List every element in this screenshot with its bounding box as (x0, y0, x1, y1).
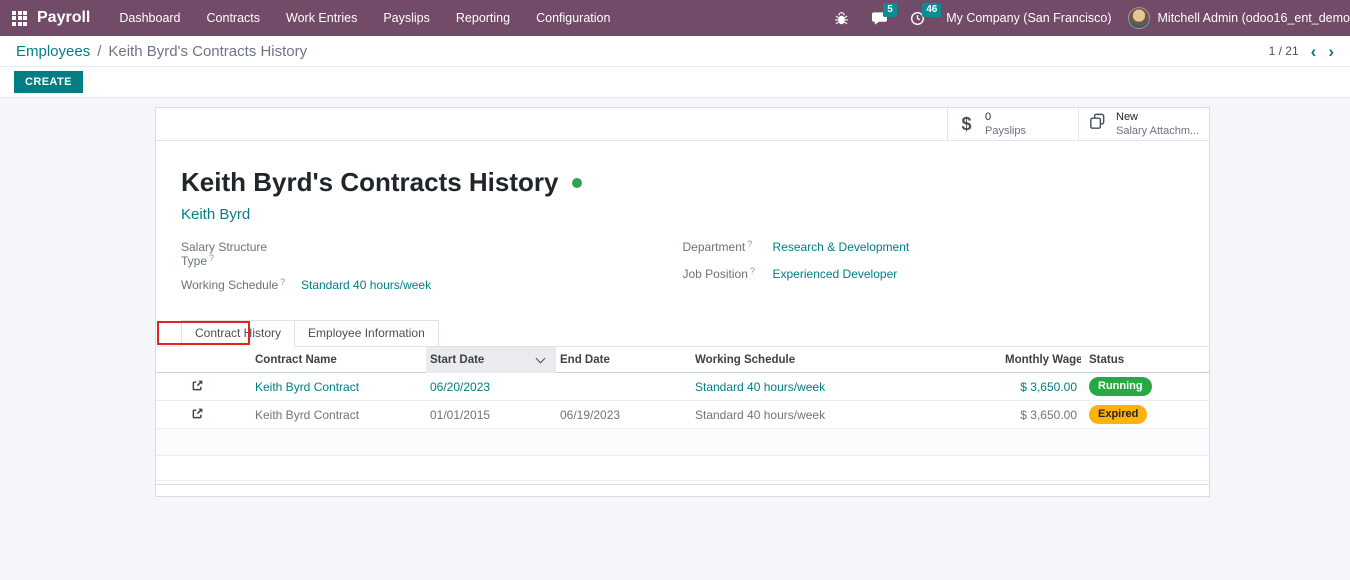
job-position-label: Job Position? (682, 266, 755, 281)
salary-structure-type-label: Salary Structure Type? (181, 240, 268, 268)
activities-clock-icon[interactable]: 46 (910, 2, 942, 26)
activities-count-badge: 46 (922, 2, 942, 17)
top-navbar: Payroll Dashboard Contracts Work Entries… (0, 0, 1350, 36)
user-menu[interactable]: Mitchell Admin (odoo16_ent_demo (1158, 11, 1350, 25)
apps-grid-icon[interactable] (12, 10, 27, 26)
cell-end-date: 06/19/2023 (560, 407, 621, 422)
help-question-icon: ? (749, 266, 755, 276)
cell-monthly-wage: $ 3,650.00 (1020, 379, 1077, 394)
employee-link[interactable]: Keith Byrd (181, 206, 250, 223)
table-footer-line (156, 484, 1209, 485)
external-link-icon[interactable] (191, 379, 204, 392)
department-label: Department? (682, 239, 753, 254)
cell-start-date: 06/20/2023 (430, 379, 491, 394)
action-bar: CREATE (0, 66, 1350, 98)
notebook-tabs: Contract History Employee Information (156, 320, 1209, 347)
company-switcher[interactable]: My Company (San Francisco) (946, 11, 1111, 25)
empty-row (156, 429, 1209, 456)
cell-working-schedule: Standard 40 hours/week (695, 407, 826, 422)
record-title: Keith Byrd's Contracts History (181, 167, 559, 197)
external-link-icon[interactable] (191, 407, 204, 420)
documents-copy-icon (1088, 112, 1107, 136)
sort-desc-icon (535, 353, 546, 363)
app-title[interactable]: Payroll (37, 9, 90, 27)
menu-payslips[interactable]: Payslips (370, 0, 443, 36)
menu-dashboard[interactable]: Dashboard (106, 0, 193, 36)
status-badge: Expired (1089, 405, 1148, 424)
form-sheet: $ 0 Payslips New Salary Attachm... Keith… (155, 107, 1210, 497)
help-question-icon: ? (280, 277, 286, 287)
cell-working-schedule: Standard 40 hours/week (695, 379, 826, 394)
column-start-date[interactable]: Start Date (426, 346, 556, 373)
messages-icon[interactable]: 5 (871, 2, 897, 26)
menu-contracts[interactable]: Contracts (194, 0, 274, 36)
user-avatar[interactable] (1127, 7, 1150, 29)
job-position-value[interactable]: Experienced Developer (773, 267, 898, 281)
tab-contract-history[interactable]: Contract History (181, 320, 296, 347)
salary-attachment-value: New (1116, 110, 1139, 123)
column-status[interactable]: Status (1081, 354, 1209, 366)
messages-count-badge: 5 (883, 2, 897, 17)
cell-start-date: 01/01/2015 (430, 407, 491, 422)
column-monthly-wage[interactable]: Monthly Wage (1001, 354, 1081, 366)
pager-value: 1 / 21 (1268, 44, 1299, 58)
table-header-row: Contract Name Start Date End Date Workin… (156, 346, 1209, 373)
column-end-date[interactable]: End Date (556, 354, 691, 366)
create-button[interactable]: CREATE (14, 71, 83, 93)
table-row[interactable]: Keith Byrd Contract 06/20/2023 Standard … (156, 373, 1209, 401)
payslips-stat-button[interactable]: $ 0 Payslips (947, 108, 1078, 140)
empty-row (156, 456, 1209, 481)
debug-bug-icon[interactable] (834, 11, 849, 26)
cell-monthly-wage: $ 3,650.00 (1020, 407, 1077, 422)
payslips-label: Payslips (985, 125, 1026, 137)
control-panel: Employees / Keith Byrd's Contracts Histo… (0, 36, 1350, 66)
menu-configuration[interactable]: Configuration (523, 0, 623, 36)
pager-next-icon[interactable]: › (1328, 43, 1334, 60)
main-menu: Dashboard Contracts Work Entries Payslip… (106, 0, 623, 36)
department-value[interactable]: Research & Development (773, 240, 910, 254)
menu-reporting[interactable]: Reporting (443, 0, 523, 36)
column-working-schedule[interactable]: Working Schedule (691, 354, 1001, 366)
record-status-dot-icon (572, 177, 583, 188)
help-question-icon: ? (747, 239, 753, 249)
cell-contract-name: Keith Byrd Contract (255, 407, 360, 422)
salary-attachment-label: Salary Attachm... (1116, 125, 1200, 137)
payslips-count: 0 (985, 110, 992, 123)
tab-employee-information[interactable]: Employee Information (295, 320, 439, 347)
menu-work-entries[interactable]: Work Entries (273, 0, 370, 36)
salary-attachment-stat-button[interactable]: New Salary Attachm... (1078, 108, 1209, 140)
navbar-systray: 5 46 My Company (San Francisco) Mitchell… (823, 0, 1350, 36)
cell-contract-name: Keith Byrd Contract (255, 379, 360, 394)
help-question-icon: ? (209, 253, 215, 263)
field-group: Salary Structure Type? Working Schedule?… (181, 239, 1184, 305)
table-row[interactable]: Keith Byrd Contract 01/01/2015 06/19/202… (156, 401, 1209, 429)
breadcrumb-current: Keith Byrd's Contracts History (108, 42, 308, 60)
content-area: $ 0 Payslips New Salary Attachm... Keith… (0, 98, 1350, 580)
status-badge: Running (1089, 377, 1152, 396)
stat-button-bar: $ 0 Payslips New Salary Attachm... (156, 108, 1209, 141)
breadcrumb-employees[interactable]: Employees (16, 43, 90, 60)
dollar-icon: $ (961, 113, 972, 134)
column-contract-name[interactable]: Contract Name (251, 354, 426, 366)
breadcrumb-separator: / (97, 42, 102, 60)
record-pager: 1 / 21 ‹ › (1269, 43, 1334, 60)
contracts-table: Contract Name Start Date End Date Workin… (156, 346, 1209, 485)
pager-previous-icon[interactable]: ‹ (1311, 43, 1317, 60)
working-schedule-label: Working Schedule? (181, 277, 286, 292)
working-schedule-value[interactable]: Standard 40 hours/week (301, 278, 431, 292)
